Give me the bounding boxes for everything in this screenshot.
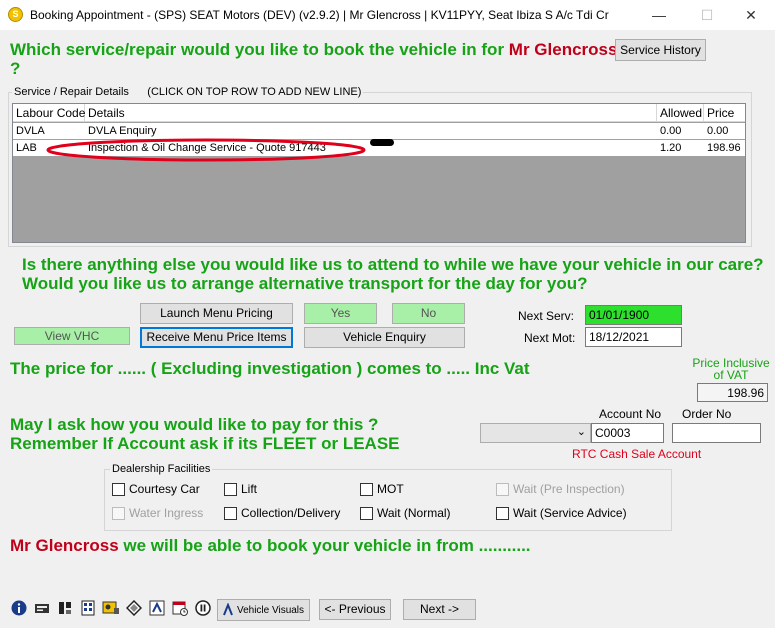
- view-vhc-button[interactable]: View VHC: [14, 327, 130, 345]
- price-statement: The price for ...... ( Excluding investi…: [10, 359, 530, 378]
- next-serv-field[interactable]: 01/01/1900: [585, 305, 682, 325]
- app-icon: S: [8, 7, 23, 22]
- collection-delivery-checkbox[interactable]: Collection/Delivery: [224, 506, 340, 522]
- diamond-icon[interactable]: [125, 599, 143, 618]
- column-header-allowed[interactable]: Allowed: [657, 104, 704, 122]
- launch-menu-pricing-button[interactable]: Launch Menu Pricing: [140, 303, 293, 324]
- card-reader-icon[interactable]: [33, 600, 51, 618]
- previous-button[interactable]: <- Previous: [319, 599, 391, 620]
- wait-service-advice-checkbox[interactable]: Wait (Service Advice): [496, 506, 627, 522]
- service-question: Which service/repair would you like to b…: [10, 40, 617, 59]
- customer-card-icon[interactable]: [102, 600, 120, 618]
- checkbox-box[interactable]: [224, 483, 237, 497]
- payment-method-dropdown[interactable]: ⌄: [480, 423, 591, 443]
- next-mot-label: Next Mot:: [524, 331, 576, 345]
- vehicle-visuals-button[interactable]: Vehicle Visuals: [217, 599, 310, 621]
- price-inclusive-value: 198.96: [697, 383, 768, 402]
- booking-statement-text: we will be able to book your vehicle in …: [123, 536, 531, 555]
- mot-checkbox[interactable]: MOT: [360, 482, 404, 498]
- seat-logo-icon: [222, 602, 234, 624]
- chevron-down-icon: ⌄: [576, 426, 586, 438]
- payment-question: May I ask how you would like to pay for …: [10, 415, 379, 434]
- redaction-mark: [370, 139, 394, 146]
- checkbox-box[interactable]: [112, 507, 125, 521]
- water-ingress-checkbox[interactable]: Water Ingress: [112, 506, 203, 522]
- checkbox-box[interactable]: [224, 507, 237, 521]
- pause-icon[interactable]: [194, 600, 212, 618]
- service-history-button[interactable]: Service History: [615, 39, 706, 61]
- column-header-labour-code[interactable]: Labour Code: [13, 104, 85, 122]
- building-icon[interactable]: [79, 600, 97, 618]
- grid-hint: (CLICK ON TOP ROW TO ADD NEW LINE): [147, 86, 362, 98]
- order-no-label: Order No: [682, 407, 732, 421]
- annotation-oval: [46, 138, 366, 162]
- next-mot-field[interactable]: 18/12/2021: [585, 327, 682, 347]
- courtesy-car-checkbox[interactable]: Courtesy Car: [112, 482, 200, 498]
- checkbox-box[interactable]: [496, 483, 509, 497]
- checkbox-box[interactable]: [360, 507, 373, 521]
- maximize-button[interactable]: ☐: [684, 3, 730, 27]
- price-inclusive-label: Price Inclusive of VAT: [692, 356, 770, 382]
- transport-question: Would you like us to arrange alternative…: [22, 274, 588, 293]
- checkbox-box[interactable]: [112, 483, 125, 497]
- service-question-prefix: Which service/repair would you like to b…: [10, 40, 505, 59]
- grid-header[interactable]: Labour Code Details Allowed Price: [13, 104, 745, 122]
- account-no-label: Account No: [599, 407, 662, 421]
- cell-allowed[interactable]: 1.20: [657, 140, 704, 156]
- account-no-field[interactable]: C0003: [591, 423, 664, 443]
- customer-name: Mr Glencross: [508, 40, 618, 59]
- service-repair-group-label: Service / Repair Details (CLICK ON TOP R…: [12, 86, 364, 98]
- account-reminder: Remember If Account ask if its FLEET or …: [10, 434, 400, 453]
- next-button[interactable]: Next ->: [403, 599, 476, 620]
- vehicle-enquiry-button[interactable]: Vehicle Enquiry: [304, 327, 465, 348]
- checkbox-box[interactable]: [360, 483, 373, 497]
- checkbox-box[interactable]: [496, 507, 509, 521]
- dealership-facilities-label: Dealership Facilities: [110, 463, 213, 475]
- column-header-price[interactable]: Price: [704, 104, 745, 122]
- calendar-icon[interactable]: [171, 600, 189, 618]
- booking-customer-name: Mr Glencross: [10, 536, 119, 555]
- additional-work-question: Is there anything else you would like us…: [22, 255, 764, 274]
- yes-button[interactable]: Yes: [304, 303, 377, 324]
- wait-pre-inspection-checkbox[interactable]: Wait (Pre Inspection): [496, 482, 625, 498]
- no-button[interactable]: No: [392, 303, 465, 324]
- cell-price[interactable]: 0.00: [704, 123, 745, 139]
- lift-checkbox[interactable]: Lift: [224, 482, 257, 498]
- next-serv-label: Next Serv:: [518, 309, 575, 323]
- info-icon[interactable]: [10, 600, 28, 618]
- wait-normal-checkbox[interactable]: Wait (Normal): [360, 506, 451, 522]
- cell-price[interactable]: 198.96: [704, 140, 745, 156]
- service-repair-grid[interactable]: Labour Code Details Allowed Price DVLA D…: [12, 103, 746, 243]
- receive-menu-price-items-button[interactable]: Receive Menu Price Items: [140, 327, 293, 348]
- minimize-button[interactable]: —: [636, 3, 682, 27]
- seat-logo-icon[interactable]: [148, 600, 166, 618]
- close-button[interactable]: ✕: [728, 3, 774, 27]
- service-question-mark: ?: [10, 59, 21, 78]
- window-title: Booking Appointment - (SPS) SEAT Motors …: [30, 8, 609, 22]
- tools-icon[interactable]: [56, 600, 74, 618]
- column-header-details[interactable]: Details: [85, 104, 657, 122]
- vehicle-visuals-label: Vehicle Visuals: [236, 604, 305, 616]
- cell-allowed[interactable]: 0.00: [657, 123, 704, 139]
- order-no-field[interactable]: [672, 423, 761, 443]
- account-name: RTC Cash Sale Account: [572, 447, 702, 461]
- booking-statement: Mr Glencross we will be able to book you…: [10, 536, 531, 555]
